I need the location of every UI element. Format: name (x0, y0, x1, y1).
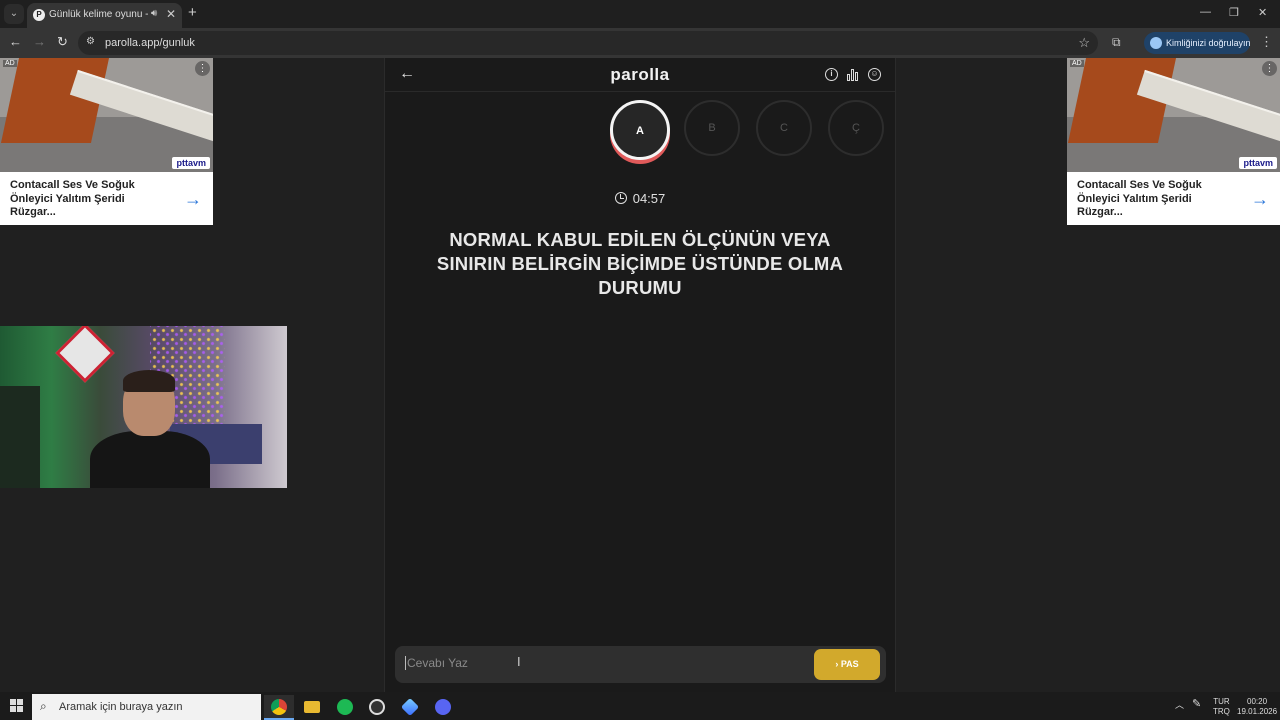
chrome-icon[interactable] (264, 695, 294, 720)
tab-search-button[interactable]: ⌄ (4, 4, 24, 24)
clock-time: 00:20 (1247, 697, 1268, 706)
browser-tab-strip: ⌄ P Günlük kelime oyunu - parolla 🔊︎ ✕ +… (0, 0, 1280, 28)
address-bar[interactable]: ⚙︎ parolla.app/gunluk ☆ (78, 31, 1098, 55)
windows-start-icon[interactable] (10, 699, 23, 712)
info-icon[interactable]: i (825, 68, 838, 81)
extensions-icon[interactable]: ⧉ (1112, 35, 1121, 50)
ad-text[interactable]: Contacall Ses Ve Soğuk Önleyici Yalıtım … (10, 179, 160, 220)
obs-glyph (369, 699, 385, 715)
new-tab-button[interactable]: + (188, 4, 197, 21)
reload-icon[interactable]: ↻ (57, 34, 68, 50)
app-icon[interactable] (395, 695, 425, 720)
tab-close-icon[interactable]: ✕ (166, 7, 176, 21)
discord-icon[interactable] (428, 695, 458, 720)
app-logo[interactable]: parolla (385, 65, 895, 85)
letter-circle: Ç (828, 100, 884, 156)
windows-taskbar: ⌕ Aramak için buraya yazın ︿ ✎ TUR TRQ 0… (0, 692, 1280, 720)
profile-icon[interactable]: ☺ (868, 68, 881, 81)
browser-toolbar: ← → ↻ ⚙︎ parolla.app/gunluk ☆ ⧉ Kimliğin… (0, 28, 1280, 58)
keyboard-layout: TRQ (1213, 707, 1230, 716)
chevron-right-icon: › (835, 659, 839, 669)
ad-options-icon[interactable]: ⋮ (195, 61, 210, 76)
pass-button-label: PAS (840, 659, 859, 669)
clock[interactable]: 00:20 19.01.2026 (1237, 697, 1277, 717)
chrome-glyph (271, 699, 287, 715)
timer-value: 04:57 (632, 191, 666, 206)
site-settings-icon[interactable]: ⚙︎ (86, 36, 95, 47)
tray-chevron-icon[interactable]: ︿ (1175, 700, 1184, 710)
language-indicator[interactable]: TUR TRQ (1213, 697, 1230, 717)
taskbar-search[interactable]: ⌕ Aramak için buraya yazın (32, 694, 261, 720)
ad-right[interactable]: AD ⋮ pttavm Contacall Ses Ve Soğuk Önley… (1067, 58, 1280, 225)
stats-bar (847, 74, 850, 81)
stats-icon[interactable] (846, 68, 859, 81)
streamer-body (90, 431, 210, 488)
game-panel: ← parolla i ☺ A B C Ç 04:57 NORMAL KABUL… (384, 58, 896, 692)
ad-brand-label: pttavm (1239, 157, 1277, 169)
streamer-logo-icon (55, 326, 115, 383)
spotify-icon[interactable] (330, 695, 360, 720)
ad-arrow-icon[interactable]: → (184, 189, 202, 210)
ad-image[interactable]: AD ⋮ pttavm (0, 58, 213, 172)
gaming-chair (0, 386, 40, 488)
game-header: ← parolla i ☺ (385, 58, 895, 92)
verify-identity-label: Kimliğinizi doğrulayın (1166, 38, 1251, 48)
restore-icon[interactable]: ❐ (1229, 6, 1239, 19)
ad-left[interactable]: AD ⋮ pttavm Contacall Ses Ve Soğuk Önley… (0, 58, 213, 225)
letter-circle: B (684, 100, 740, 156)
ad-badge: AD (1070, 60, 1084, 67)
speaker-icon[interactable]: 🔊︎ (151, 8, 157, 19)
language-code: TUR (1213, 697, 1230, 706)
streamer-hair (123, 370, 175, 392)
ad-options-icon[interactable]: ⋮ (1262, 61, 1277, 76)
minimize-icon[interactable]: — (1200, 6, 1211, 18)
tab-title: Günlük kelime oyunu - parolla (49, 9, 149, 20)
folder-glyph (304, 701, 320, 713)
ad-badge: AD (3, 60, 17, 67)
browser-menu-icon[interactable]: ⋮ (1260, 34, 1273, 50)
stats-bar (851, 69, 854, 81)
text-cursor-icon: I (517, 654, 521, 669)
timer: 04:57 (385, 191, 895, 206)
answer-input[interactable] (405, 656, 785, 670)
ad-arrow-icon[interactable]: → (1251, 189, 1269, 210)
taskbar-search-placeholder: Aramak için buraya yazın (59, 701, 183, 713)
bookmark-star-icon[interactable]: ☆ (1078, 35, 1090, 51)
search-icon: ⌕ (40, 699, 47, 713)
discord-glyph (435, 699, 451, 715)
ad-brand-label: pttavm (172, 157, 210, 169)
webcam-overlay (0, 326, 287, 488)
clock-date: 19.01.2026 (1237, 707, 1278, 716)
letter-circle: C (756, 100, 812, 156)
verify-identity-button[interactable]: Kimliğinizi doğrulayın (1144, 32, 1251, 54)
clock-icon (614, 192, 627, 204)
ad-image[interactable]: AD ⋮ pttavm (1067, 58, 1280, 172)
app-glyph (400, 697, 420, 717)
close-window-icon[interactable]: ✕ (1258, 6, 1267, 19)
pen-icon[interactable]: ✎ (1192, 699, 1201, 710)
pass-button[interactable]: › PAS (814, 649, 880, 680)
spotify-glyph (337, 699, 353, 715)
ad-text[interactable]: Contacall Ses Ve Soğuk Önleyici Yalıtım … (1077, 179, 1227, 220)
url-text[interactable]: parolla.app/gunluk (105, 37, 195, 49)
file-explorer-icon[interactable] (297, 695, 327, 720)
obs-icon[interactable] (362, 695, 392, 720)
letter-circle-active: A (610, 100, 670, 160)
answer-bar: I › PAS (395, 646, 886, 683)
forward-arrow-icon[interactable]: → (33, 34, 46, 49)
question-text: NORMAL KABUL EDİLEN ÖLÇÜNÜN VEYA SINIRIN… (436, 229, 844, 298)
parolla-favicon-icon: P (33, 9, 45, 21)
profile-icon (1150, 37, 1162, 49)
back-arrow-icon[interactable]: ← (9, 34, 22, 49)
browser-tab[interactable]: P Günlük kelime oyunu - parolla 🔊︎ ✕ (27, 3, 182, 28)
stats-bar (855, 72, 858, 81)
